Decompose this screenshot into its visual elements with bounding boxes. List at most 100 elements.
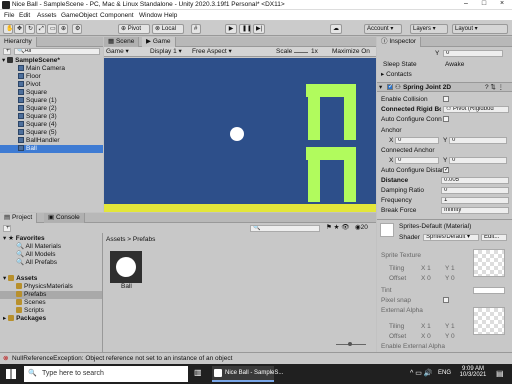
transform-tool-icon[interactable]: ⊕ (58, 24, 68, 34)
foldout-icon[interactable]: ▾ (379, 84, 382, 92)
layers-dropdown[interactable]: Layers ▾ (410, 24, 448, 34)
aspect-dropdown[interactable]: Free Aspect ▾ (192, 48, 232, 56)
project-breadcrumb[interactable]: Assets > Prefabs (106, 236, 155, 244)
anchor-y-field[interactable]: 0 (449, 137, 507, 144)
scale-tool-icon[interactable]: ⤢ (36, 24, 46, 34)
menu-gameobject[interactable]: GameObject (61, 12, 98, 19)
layout-dropdown[interactable]: Layout ▾ (452, 24, 508, 34)
external-alpha-slot[interactable] (473, 307, 505, 335)
project-search-input[interactable]: 🔍 (250, 225, 320, 232)
packages-header[interactable]: ▸ Packages (3, 315, 46, 323)
menu-window[interactable]: Window (139, 12, 162, 19)
menu-help[interactable]: Help (164, 12, 177, 19)
windows-start-icon[interactable] (6, 369, 16, 379)
language-indicator[interactable]: ENG (438, 370, 451, 376)
favorites-header[interactable]: ▾ ★ Favorites (3, 235, 45, 243)
menu-component[interactable]: Component (100, 12, 134, 19)
rotate-tool-icon[interactable]: ↻ (25, 24, 35, 34)
shader-edit-button[interactable]: Edit... (481, 234, 507, 241)
pixel-snap-checkbox[interactable] (443, 297, 449, 303)
move-tool-icon[interactable]: ✥ (14, 24, 24, 34)
anchor-x-field[interactable]: 0 (395, 137, 439, 144)
tray-icons[interactable]: ^ ▭ 🔊 (410, 369, 433, 377)
assets-header[interactable]: ▾ Assets (3, 275, 37, 283)
slider-handle[interactable] (348, 342, 352, 346)
hierarchy-item-ball[interactable]: Ball (0, 145, 103, 153)
shader-dropdown[interactable]: Sprites/Default ▾ (423, 234, 479, 241)
scene-root[interactable]: ▾ SampleScene* (2, 57, 102, 65)
local-toggle[interactable]: ⊗ Local (152, 24, 184, 34)
tab-console[interactable]: ▣ Console (44, 213, 85, 223)
break-force-field[interactable]: Infinity (441, 207, 509, 214)
grid-snap-icon[interactable]: # (191, 24, 201, 34)
create-button[interactable]: +▾ (3, 225, 11, 232)
hierarchy-item-ballhandler[interactable]: BallHandler (18, 137, 60, 145)
damping-field[interactable]: 0 (441, 187, 509, 194)
auto-anchor-checkbox[interactable] (443, 116, 449, 122)
rect-tool-icon[interactable]: ▭ (47, 24, 57, 34)
ca-x-field[interactable]: 0 (395, 157, 439, 164)
pivot-toggle[interactable]: ⊕ Pivot (118, 24, 150, 34)
taskbar-app-unity[interactable]: Nice Ball - SampleS... (212, 366, 283, 382)
y-field[interactable]: 0 (443, 50, 503, 57)
close-button[interactable]: × (494, 0, 510, 7)
hierarchy-item-square-5[interactable]: Square (5) (18, 129, 57, 137)
game-view-dropdown[interactable]: Game ▾ (106, 48, 129, 56)
play-button[interactable]: ▶ (225, 24, 237, 34)
fav-all-materials[interactable]: 🔍 All Materials (16, 243, 61, 251)
folder-scripts[interactable]: Scripts (16, 307, 44, 315)
texture-slot[interactable] (473, 249, 505, 277)
hierarchy-search-input[interactable]: 🔍All (14, 48, 100, 55)
step-button[interactable]: ▶| (253, 24, 265, 34)
hierarchy-item-square[interactable]: Square (18, 89, 47, 97)
tab-hierarchy[interactable]: Hierarchy (0, 37, 37, 47)
folder-physicsmaterials[interactable]: PhysicsMaterials (16, 283, 73, 291)
display-dropdown[interactable]: Display 1 ▾ (150, 48, 182, 56)
component-enabled-checkbox[interactable]: ✓ (387, 84, 393, 90)
game-viewport[interactable] (104, 58, 376, 212)
error-icon[interactable]: ⊗ (3, 355, 8, 363)
hierarchy-item-pivot[interactable]: Pivot (18, 81, 40, 89)
account-dropdown[interactable]: Account ▾ (364, 24, 402, 34)
hierarchy-item-main-camera[interactable]: Main Camera (18, 65, 65, 73)
custom-tool-icon[interactable]: ⚙ (72, 24, 82, 34)
fav-all-prefabs[interactable]: 🔍 All Prefabs (16, 259, 57, 267)
notifications-icon[interactable]: ▤ (496, 369, 504, 378)
auto-distance-checkbox[interactable]: ✓ (443, 167, 449, 173)
folder-prefabs[interactable]: Prefabs (0, 291, 102, 299)
task-view-icon[interactable]: ▥ (194, 368, 202, 377)
collab-icon[interactable]: ☁ (330, 24, 342, 34)
menu-assets[interactable]: Assets (37, 12, 57, 19)
pause-button[interactable]: ❚❚ (239, 24, 251, 34)
scale-slider[interactable] (294, 52, 308, 53)
folder-scenes[interactable]: Scenes (16, 299, 46, 307)
tab-project[interactable]: ▤ Project (0, 213, 38, 223)
tab-game[interactable]: ▶ Game (142, 37, 176, 47)
connected-rb-field[interactable]: ⚇ Pivot (Rigidbod (443, 106, 509, 113)
add-button[interactable]: +▾ (3, 48, 11, 55)
ca-y-field[interactable]: 0 (449, 157, 507, 164)
taskbar-search-box[interactable]: 🔍 Type here to search (24, 366, 188, 382)
tab-scene[interactable]: ▦ Scene (104, 37, 140, 47)
menu-file[interactable]: File (4, 12, 14, 19)
tint-color-swatch[interactable] (473, 287, 505, 294)
tab-inspector[interactable]: ⓘ Inspector (377, 37, 422, 47)
hierarchy-item-floor[interactable]: Floor (18, 73, 41, 81)
menu-edit[interactable]: Edit (19, 12, 30, 19)
distance-field[interactable]: 0.005 (441, 177, 509, 184)
maximize-button[interactable]: □ (476, 0, 492, 7)
hierarchy-item-square-1[interactable]: Square (1) (18, 97, 57, 105)
fav-all-models[interactable]: 🔍 All Models (16, 251, 56, 259)
hierarchy-item-square-3[interactable]: Square (3) (18, 113, 57, 121)
component-menu-icons[interactable]: ? ⇅ ⋮ (485, 84, 504, 92)
frequency-field[interactable]: 1 (441, 197, 509, 204)
prefab-thumbnail[interactable] (110, 251, 142, 283)
filter-icons[interactable]: ⚑ ★ 👁 (326, 224, 350, 232)
component-header[interactable]: ▾ ✓ ⚇ Spring Joint 2D ? ⇅ ⋮ (377, 82, 512, 92)
contacts-foldout[interactable]: ▸ Contacts (381, 71, 412, 79)
hierarchy-item-square-2[interactable]: Square (2) (18, 105, 57, 113)
maximize-on-play-toggle[interactable]: Maximize On (332, 48, 370, 56)
hierarchy-item-square-4[interactable]: Square (4) (18, 121, 57, 129)
status-message[interactable]: NullReferenceException: Object reference… (12, 355, 392, 363)
clock[interactable]: 9:09 AM 10/3/2021 (456, 366, 490, 378)
